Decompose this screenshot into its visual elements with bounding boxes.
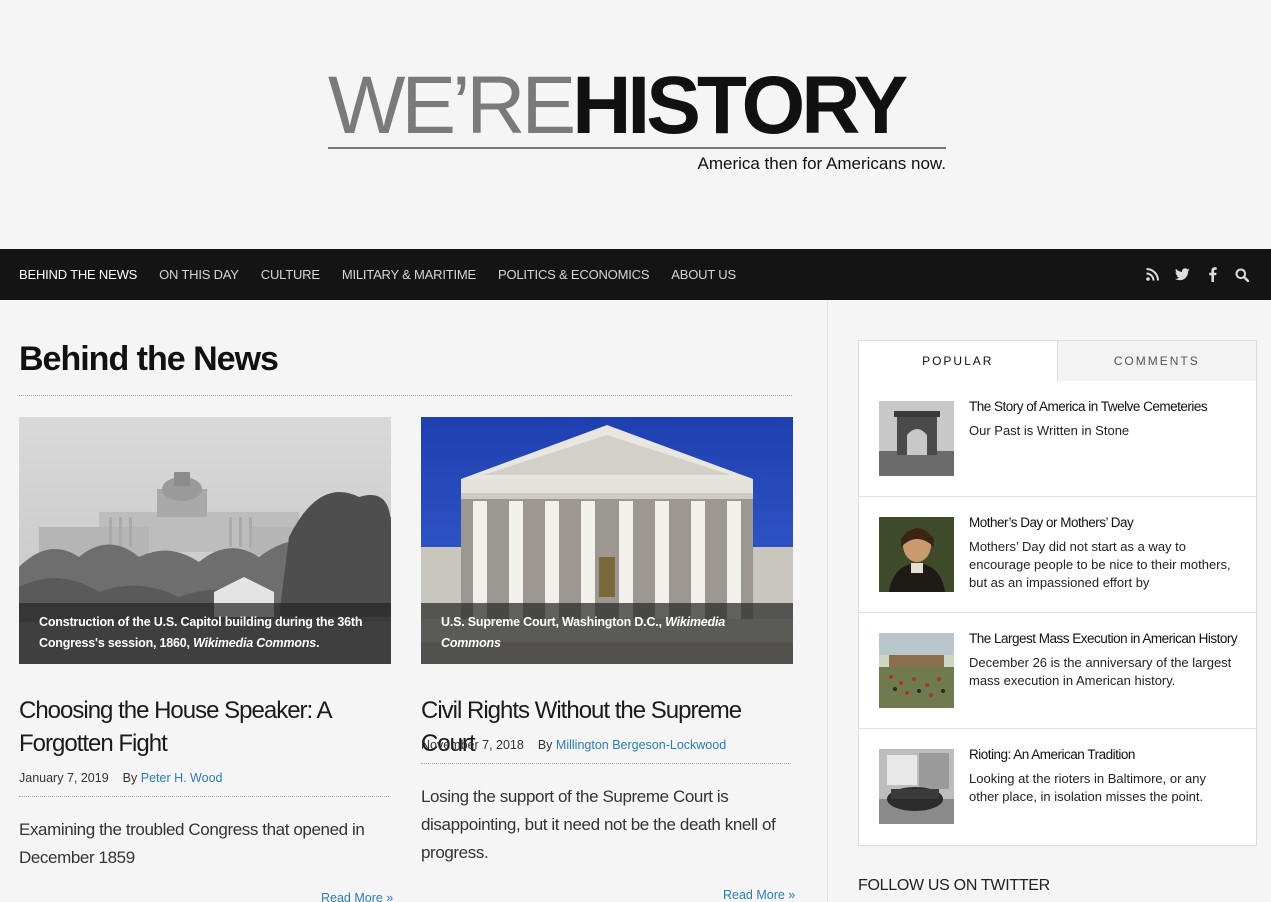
logo-part-were: WE’RE [328, 60, 576, 151]
article-meta: November 7, 2018 By Millington Bergeson-L… [421, 738, 726, 752]
author-link[interactable]: Peter H. Wood [141, 771, 223, 785]
popular-thumbnail[interactable] [879, 517, 954, 592]
read-more-link[interactable]: Read More » [723, 888, 795, 902]
popular-thumbnail[interactable] [879, 401, 954, 476]
list-item[interactable]: The Largest Mass Execution in American H… [859, 613, 1256, 729]
list-item[interactable]: Mother’s Day or Mothers’ Day Mothers’ Da… [859, 497, 1256, 613]
image-caption: U.S. Supreme Court, Washington D.C., Wik… [421, 603, 793, 664]
list-item[interactable]: Rioting: An American Tradition Looking a… [859, 729, 1256, 845]
nav-menu: BEHIND THE NEWS ON THIS DAY CULTURE MILI… [19, 249, 758, 300]
logo-wordmark: WE’REHISTORY [328, 65, 908, 147]
article-title[interactable]: Choosing the House Speaker: A Forgotten … [19, 694, 394, 760]
nav-icons [1130, 249, 1250, 300]
popular-desc: December 26 is the anniversary of the la… [969, 655, 1232, 688]
rss-icon[interactable] [1144, 267, 1160, 283]
logo-tagline: America then for Americans now. [697, 154, 946, 173]
popular-title[interactable]: The Story of America in Twelve Cemeterie… [969, 399, 1208, 414]
tab-popular[interactable]: POPULAR [859, 341, 1058, 381]
caption-source: Wikimedia Commons [193, 636, 317, 650]
article-meta: January 7, 2019 By Peter H. Wood [19, 771, 223, 785]
article-by: By [537, 738, 553, 752]
page-title: Behind the News [19, 340, 279, 378]
riot-car-image [879, 749, 954, 824]
title-rule [19, 395, 792, 396]
twitter-icon[interactable] [1174, 267, 1190, 283]
meta-rule [19, 796, 389, 797]
search-icon[interactable] [1234, 267, 1250, 283]
nav-item-behind-the-news[interactable]: BEHIND THE NEWS [19, 267, 137, 282]
article-by: By [122, 771, 138, 785]
sidebar-tabs: POPULAR COMMENTS [858, 340, 1257, 382]
image-caption: Construction of the U.S. Capitol buildin… [19, 603, 391, 664]
caption-text: U.S. Supreme Court, Washington D.C., [441, 615, 666, 629]
popular-thumbnail[interactable] [879, 749, 954, 824]
facebook-icon[interactable] [1204, 267, 1220, 283]
cemetery-gate-image [879, 401, 954, 476]
nav-item-on-this-day[interactable]: ON THIS DAY [159, 267, 239, 282]
article-card: Construction of the U.S. Capitol buildin… [19, 417, 391, 664]
popular-thumbnail[interactable] [879, 633, 954, 708]
site-header: WE’REHISTORY America then for Americans … [0, 0, 1271, 249]
nav-item-culture[interactable]: CULTURE [261, 267, 320, 282]
author-link[interactable]: Millington Bergeson-Lockwood [556, 738, 726, 752]
nav-item-politics-economics[interactable]: POLITICS & ECONOMICS [498, 267, 650, 282]
popular-title[interactable]: Rioting: An American Tradition [969, 747, 1135, 762]
meta-rule [421, 763, 791, 764]
popular-desc: Our Past is Written in Stone [969, 423, 1130, 438]
tab-comments[interactable]: COMMENTS [1058, 341, 1257, 381]
site-logo[interactable]: WE’REHISTORY America then for Americans … [328, 65, 948, 180]
follow-twitter-heading: FOLLOW US ON TWITTER [858, 877, 1050, 894]
logo-rule [328, 147, 946, 149]
list-item[interactable]: The Story of America in Twelve Cemeterie… [859, 381, 1256, 497]
popular-list: The Story of America in Twelve Cemeterie… [858, 381, 1257, 846]
main-navigation: BEHIND THE NEWS ON THIS DAY CULTURE MILI… [0, 249, 1271, 300]
article-image-capitol[interactable]: Construction of the U.S. Capitol buildin… [19, 417, 391, 664]
article-date: November 7, 2018 [421, 738, 524, 752]
read-more-link[interactable]: Read More » [321, 891, 393, 902]
article-date: January 7, 2019 [19, 771, 109, 785]
popular-desc: Mothers’ Day did not start as a way to e… [969, 539, 1231, 590]
article-card: U.S. Supreme Court, Washington D.C., Wik… [421, 417, 793, 664]
article-excerpt: Examining the troubled Congress that ope… [19, 820, 365, 867]
nav-item-about-us[interactable]: ABOUT US [671, 267, 736, 282]
execution-lithograph-image [879, 633, 954, 708]
article-image-supreme-court[interactable]: U.S. Supreme Court, Washington D.C., Wik… [421, 417, 793, 664]
article-excerpt: Losing the support of the Supreme Court … [421, 787, 776, 862]
popular-desc: Looking at the rioters in Baltimore, or … [969, 771, 1207, 804]
column-divider [827, 300, 828, 902]
logo-part-history: HISTORY [572, 60, 908, 151]
popular-title[interactable]: The Largest Mass Execution in American H… [969, 631, 1238, 646]
nav-item-military-maritime[interactable]: MILITARY & MARITIME [342, 267, 476, 282]
popular-title[interactable]: Mother’s Day or Mothers’ Day [969, 515, 1134, 530]
caption-end: . [316, 636, 320, 650]
portrait-painting-image [879, 517, 954, 592]
